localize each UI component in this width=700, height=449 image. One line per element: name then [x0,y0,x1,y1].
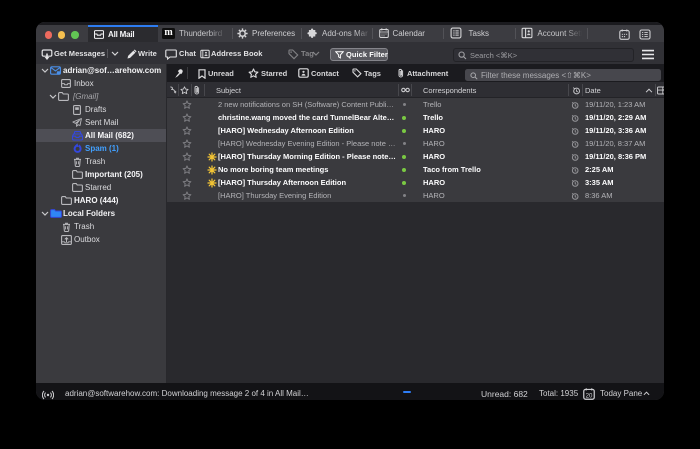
svg-text:20: 20 [586,392,593,399]
